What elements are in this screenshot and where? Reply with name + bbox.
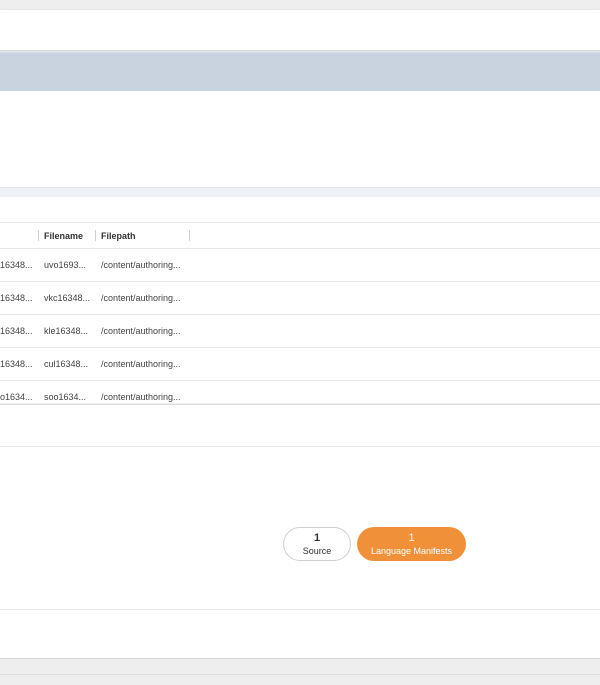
divider bbox=[0, 609, 600, 610]
cell-filename: cul16348... bbox=[44, 359, 89, 369]
cell-filename: soo1634... bbox=[44, 392, 87, 402]
cell-id: 16348... bbox=[0, 359, 33, 369]
cell-filepath: /content/authoring... bbox=[101, 392, 181, 402]
cell-filename: kle16348... bbox=[44, 326, 89, 336]
cell-filepath: /content/authoring... bbox=[101, 260, 181, 270]
content-area bbox=[0, 91, 600, 187]
top-card bbox=[0, 10, 600, 50]
divider bbox=[0, 446, 600, 447]
table-row[interactable]: 16348... kle16348... /content/authoring.… bbox=[0, 315, 600, 348]
files-table: Filename Filepath 16348... uvo1693... /c… bbox=[0, 197, 600, 403]
cell-filename: vkc16348... bbox=[44, 293, 91, 303]
column-separator[interactable] bbox=[95, 230, 96, 241]
cell-id: 16348... bbox=[0, 293, 33, 303]
table-row[interactable]: 16348... cul16348... /content/authoring.… bbox=[0, 348, 600, 381]
column-separator[interactable] bbox=[189, 230, 190, 241]
table-header: Filename Filepath bbox=[0, 223, 600, 249]
table-row[interactable]: o1634... soo1634... /content/authoring..… bbox=[0, 381, 600, 403]
summary-panel: 1 Source 1 Language Manifests bbox=[0, 404, 600, 659]
column-separator[interactable] bbox=[38, 230, 39, 241]
column-header-filename[interactable]: Filename bbox=[44, 231, 83, 241]
cell-id: 16348... bbox=[0, 260, 33, 270]
column-header-filepath[interactable]: Filepath bbox=[101, 231, 136, 241]
footer-strip bbox=[0, 658, 600, 685]
cell-id: o1634... bbox=[0, 392, 33, 402]
language-manifests-button[interactable]: 1 Language Manifests bbox=[357, 527, 466, 561]
cell-id: 16348... bbox=[0, 326, 33, 336]
table-toolbar bbox=[0, 197, 600, 223]
header-band bbox=[0, 52, 600, 92]
cell-filepath: /content/authoring... bbox=[101, 359, 181, 369]
cell-filename: uvo1693... bbox=[44, 260, 87, 270]
source-button[interactable]: 1 Source bbox=[283, 527, 351, 561]
divider bbox=[0, 674, 600, 675]
language-manifests-count: 1 bbox=[408, 531, 415, 544]
page: Filename Filepath 16348... uvo1693... /c… bbox=[0, 0, 600, 685]
source-label: Source bbox=[302, 545, 332, 556]
table-row[interactable]: 16348... vkc16348... /content/authoring.… bbox=[0, 282, 600, 315]
cell-filepath: /content/authoring... bbox=[101, 293, 181, 303]
source-count: 1 bbox=[313, 531, 321, 544]
table-row[interactable]: 16348... uvo1693... /content/authoring..… bbox=[0, 249, 600, 282]
language-manifests-label: Language Manifests bbox=[370, 545, 453, 556]
cell-filepath: /content/authoring... bbox=[101, 326, 181, 336]
